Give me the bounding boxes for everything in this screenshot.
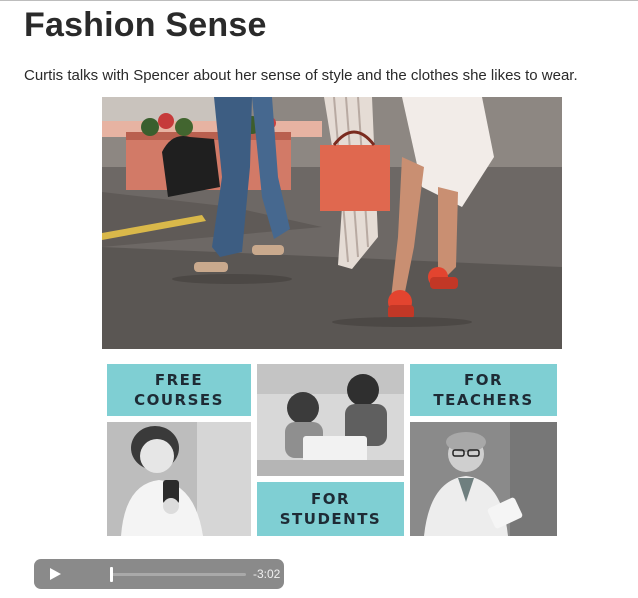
intro-text: Curtis talks with Spencer about her sens… (24, 67, 578, 84)
promo-collage: FREE COURSES FOR TEACHERS FOR STUDENTS (107, 364, 557, 536)
for-students-tile[interactable]: FOR STUDENTS (257, 482, 404, 536)
for-teachers-label: FOR TEACHERS (433, 371, 534, 409)
audio-progress-handle[interactable] (110, 567, 113, 582)
free-courses-label: FREE COURSES (134, 371, 224, 409)
time-remaining: -3:02 (253, 567, 281, 581)
teacher-photo (410, 422, 557, 536)
girl-with-phone-photo (107, 422, 251, 536)
for-students-label: FOR STUDENTS (279, 490, 382, 528)
students-photo (257, 364, 404, 476)
page-title: Fashion Sense (24, 6, 267, 44)
audio-player: -3:02 (34, 559, 284, 589)
play-icon[interactable] (48, 567, 62, 581)
top-divider (0, 0, 638, 1)
for-teachers-tile[interactable]: FOR TEACHERS (410, 364, 557, 416)
fashion-photo (102, 97, 562, 349)
audio-progress-track[interactable] (110, 573, 246, 576)
free-courses-tile[interactable]: FREE COURSES (107, 364, 251, 416)
